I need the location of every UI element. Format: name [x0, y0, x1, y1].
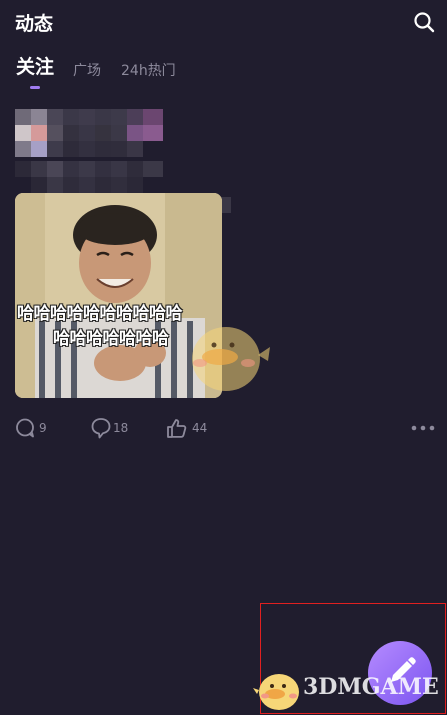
share-button[interactable]: 18: [91, 415, 136, 441]
tab-24h-hot[interactable]: 24h热门: [121, 60, 176, 80]
active-tab-indicator: [30, 86, 40, 89]
feed-post[interactable]: 哈哈哈哈哈哈哈哈哈哈 哈哈哈哈哈哈哈: [0, 105, 447, 445]
like-count: 44: [192, 421, 208, 435]
thumbs-up-icon: [167, 419, 187, 438]
meme-caption-line-2: 哈哈哈哈哈哈哈: [53, 329, 169, 349]
like-button[interactable]: 44: [166, 415, 216, 441]
top-bar: 动态: [0, 0, 447, 44]
tab-square[interactable]: 广场: [73, 60, 101, 80]
meme-caption-line-1: 哈哈哈哈哈哈哈哈哈哈: [17, 304, 183, 324]
comment-count: 9: [39, 421, 47, 435]
duck-sticker-icon: [192, 327, 270, 391]
share-count: 18: [113, 421, 129, 435]
search-icon[interactable]: [413, 11, 435, 33]
watermark: 3DMGAME: [253, 664, 443, 714]
watermark-text: 3DMGAME: [303, 674, 439, 700]
more-dots-icon[interactable]: [410, 424, 436, 432]
post-actions: 9 18 44: [0, 415, 447, 441]
tab-following[interactable]: 关注: [16, 52, 54, 79]
bubble-icon: [91, 418, 111, 439]
comment-button[interactable]: 9: [15, 415, 55, 441]
feed-tabs: 关注 广场 24h热门: [0, 54, 447, 94]
chick-mascot-icon: [253, 674, 299, 710]
comment-icon: [16, 418, 34, 438]
page-title: 动态: [15, 13, 54, 35]
